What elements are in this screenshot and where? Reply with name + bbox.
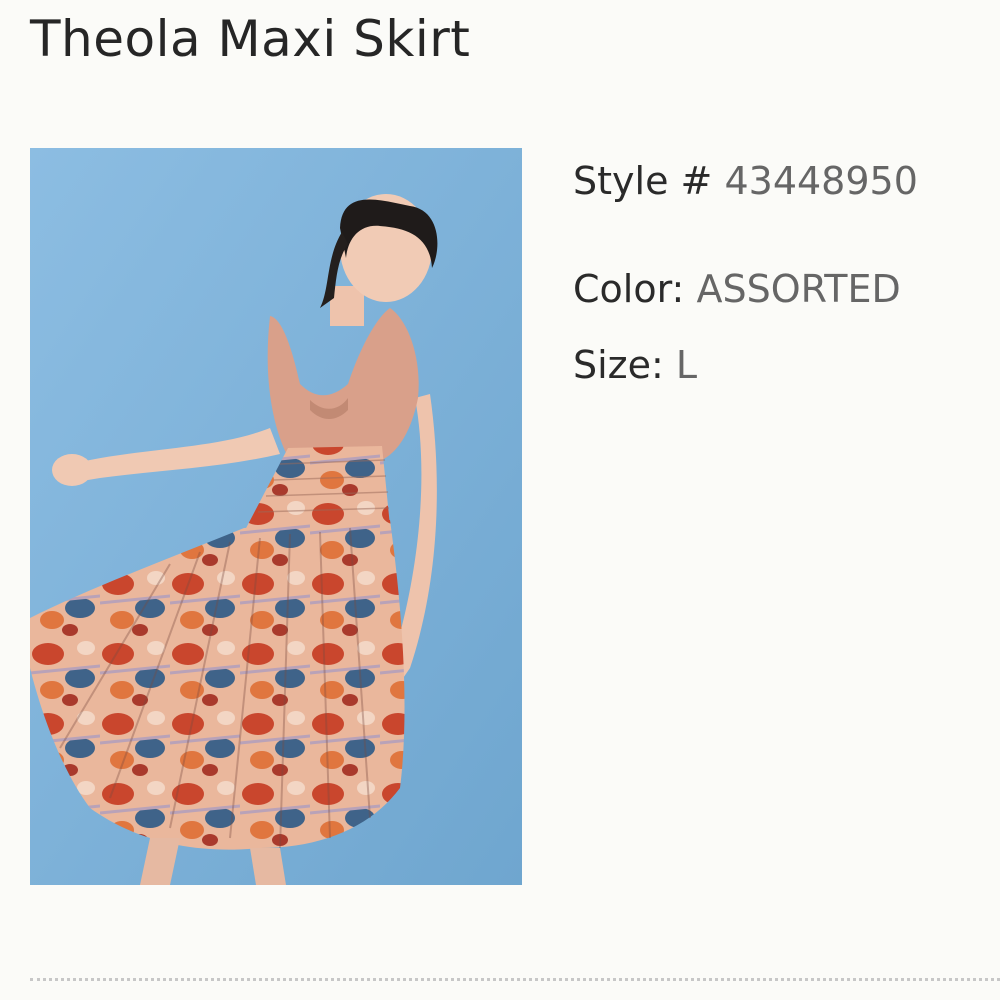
product-title: Theola Maxi Skirt: [30, 10, 471, 68]
style-number-value: 43448950: [724, 159, 918, 203]
size-value: L: [675, 343, 698, 387]
size-label: Size:: [573, 343, 664, 387]
size-row: Size: L: [573, 342, 697, 388]
color-value: ASSORTED: [696, 267, 901, 311]
color-row: Color: ASSORTED: [573, 266, 901, 312]
product-image[interactable]: [30, 148, 522, 885]
color-label: Color:: [573, 267, 685, 311]
section-divider: [30, 978, 1000, 981]
style-number-label: Style #: [573, 159, 713, 203]
style-number-row: Style # 43448950: [573, 158, 918, 204]
